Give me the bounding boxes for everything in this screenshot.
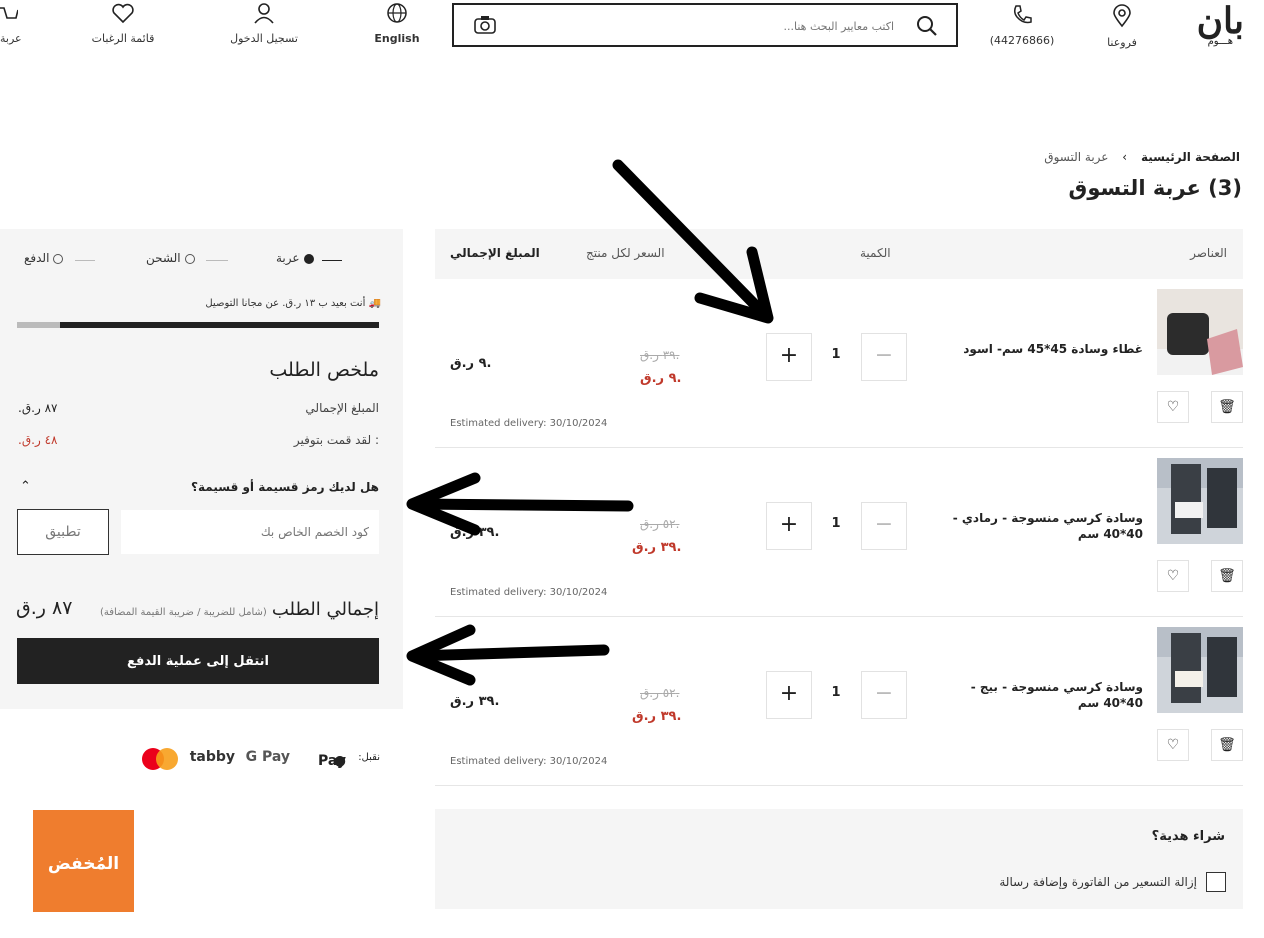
arrow-to-promo-code bbox=[409, 498, 634, 512]
arrow-to-increase-button bbox=[612, 159, 771, 321]
annotation-arrows bbox=[406, 159, 774, 686]
arrow-to-checkout-button bbox=[409, 644, 610, 662]
